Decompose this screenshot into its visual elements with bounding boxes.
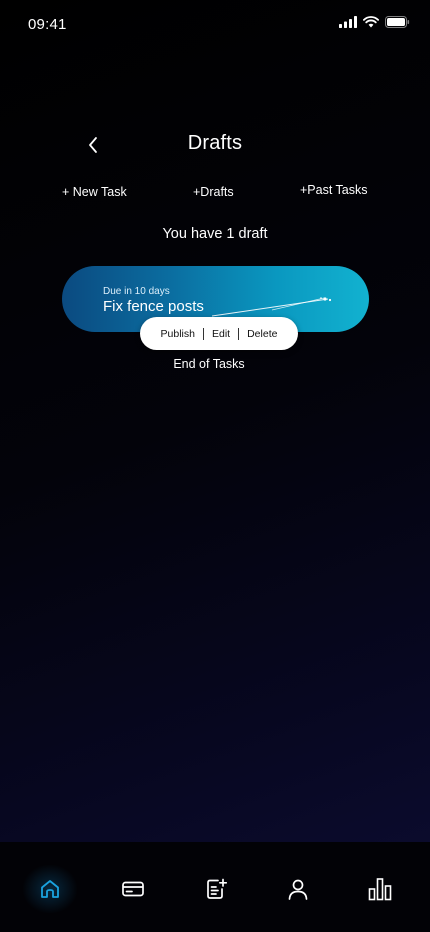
task-title: Fix fence posts [103,298,204,315]
status-time: 09:41 [28,16,67,33]
bottom-nav [0,842,430,932]
edit-button[interactable]: Edit [204,328,238,340]
header: Drafts [0,128,430,162]
nav-home[interactable] [22,864,78,914]
wifi-icon [363,16,379,28]
nav-add-task[interactable] [196,872,236,906]
note-add-icon [205,878,227,900]
draft-count: You have 1 draft [162,226,268,242]
signal-icon [339,16,357,28]
card-icon [122,881,144,897]
task-due-label: Due in 10 days [103,286,170,297]
nav-stats[interactable] [360,872,400,906]
tab-drafts[interactable]: +Drafts [193,185,234,199]
status-bar: 09:41 [0,0,430,50]
battery-icon [385,16,410,28]
nav-profile[interactable] [278,872,318,906]
status-icons [339,16,410,28]
page-title: Drafts [187,132,243,154]
task-tabs: + New Task +Drafts +Past Tasks [0,183,430,203]
bar-chart-icon [368,877,392,901]
tab-new-task[interactable]: + New Task [62,185,127,199]
nav-payments[interactable] [113,872,153,906]
tab-past-tasks[interactable]: +Past Tasks [300,183,368,197]
end-of-tasks-label: End of Tasks [173,357,245,371]
sparkle-decoration-icon [212,294,342,318]
publish-button[interactable]: Publish [153,328,203,340]
draft-actions-menu: Publish Edit Delete [140,317,298,350]
home-icon [39,878,61,900]
profile-icon [287,878,309,900]
delete-button[interactable]: Delete [239,328,285,340]
